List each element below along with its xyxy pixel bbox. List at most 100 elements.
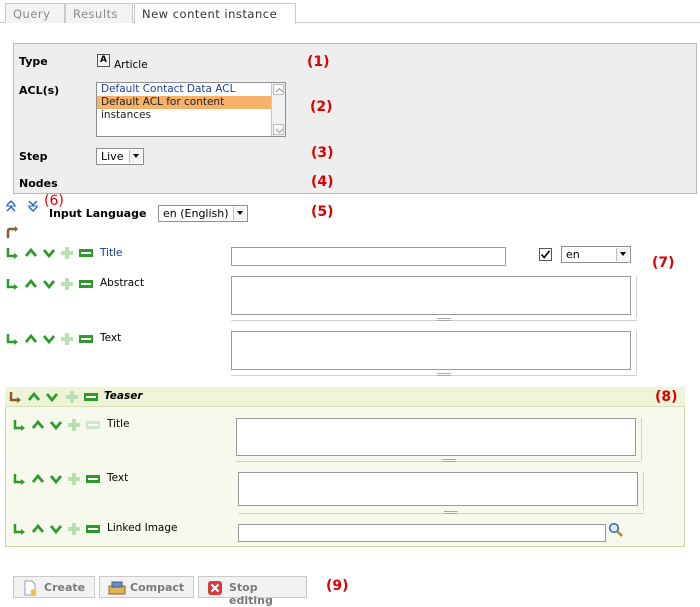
collapse-all-icon[interactable] <box>27 200 39 212</box>
teaser-title-resize-grip-icon[interactable] <box>442 459 456 462</box>
remove-icon[interactable] <box>85 418 101 432</box>
marker-5: (5) <box>311 204 334 220</box>
marker-7: (7) <box>652 255 675 271</box>
move-up-icon[interactable] <box>27 390 41 404</box>
abstract-field-label: Abstract <box>100 277 145 289</box>
tab-results[interactable]: Results <box>65 3 133 23</box>
tab-query[interactable]: Query <box>5 3 65 23</box>
article-type-icon: A <box>97 54 110 67</box>
insert-after-icon[interactable] <box>5 246 19 260</box>
teaser-title-resize-bar[interactable] <box>236 461 642 462</box>
step-select-value: Live <box>101 150 124 163</box>
root-arrow-icon[interactable] <box>5 226 19 240</box>
text-resize-grip-icon[interactable] <box>437 373 451 376</box>
remove-icon[interactable] <box>83 390 99 404</box>
title-language-value: en <box>566 248 580 261</box>
move-down-icon[interactable] <box>45 390 59 404</box>
scroll-up-icon[interactable] <box>273 84 284 95</box>
acl-option[interactable]: Default Contact Data ACL <box>97 83 272 96</box>
text-textarea[interactable] <box>231 331 631 370</box>
compact-button-label: Compact <box>130 581 185 594</box>
title-input[interactable] <box>231 247 506 266</box>
insert-after-icon[interactable] <box>12 522 26 536</box>
move-down-icon[interactable] <box>49 522 63 536</box>
teaser-title-resize-side[interactable] <box>641 418 643 460</box>
abstract-resize-grip-icon[interactable] <box>437 318 451 321</box>
add-icon[interactable] <box>67 522 81 536</box>
type-label: Type <box>19 55 48 68</box>
insert-after-icon[interactable] <box>12 418 26 432</box>
move-down-icon[interactable] <box>42 332 56 346</box>
remove-icon[interactable] <box>78 332 94 346</box>
abstract-textarea[interactable] <box>231 276 631 315</box>
acl-listbox[interactable]: Default Contact Data ACL Default ACL for… <box>96 82 286 137</box>
marker-3: (3) <box>311 145 334 161</box>
teaser-text-resize-grip-icon[interactable] <box>444 511 458 514</box>
tab-new-content-instance[interactable]: New content instance <box>134 3 296 24</box>
abstract-resize-side[interactable] <box>636 276 638 318</box>
marker-1: (1) <box>307 54 330 70</box>
text-field-label: Text <box>100 332 122 344</box>
acl-scrollbar[interactable] <box>271 83 285 136</box>
compact-button[interactable]: Compact <box>99 576 194 598</box>
stop-editing-button[interactable]: Stop editing <box>198 576 307 607</box>
move-down-icon[interactable] <box>49 418 63 432</box>
title-language-select[interactable]: en <box>561 246 631 263</box>
add-icon[interactable] <box>67 472 81 486</box>
insert-after-icon[interactable] <box>5 332 19 346</box>
create-button[interactable]: Create <box>13 576 95 598</box>
text-resize-bar[interactable] <box>231 375 637 376</box>
insert-after-icon[interactable] <box>5 277 19 291</box>
create-button-label: Create <box>44 581 86 594</box>
linked-image-input[interactable] <box>238 524 606 542</box>
move-down-icon[interactable] <box>42 277 56 291</box>
teaser-text-textarea[interactable] <box>238 472 638 506</box>
insert-after-icon[interactable] <box>8 390 22 404</box>
teaser-text-resize-side[interactable] <box>643 472 645 510</box>
input-language-label: Input Language <box>49 207 147 220</box>
step-select[interactable]: Live <box>96 148 144 165</box>
title-checkbox[interactable] <box>539 248 552 261</box>
add-icon[interactable] <box>60 246 74 260</box>
teaser-heading: Teaser <box>104 390 143 402</box>
move-up-icon[interactable] <box>31 522 45 536</box>
chevron-down-icon <box>233 207 246 220</box>
remove-icon[interactable] <box>78 246 94 260</box>
input-language-value: en (English) <box>163 207 229 220</box>
move-up-icon[interactable] <box>24 332 38 346</box>
add-icon[interactable] <box>65 390 79 404</box>
text-resize-side[interactable] <box>636 331 638 373</box>
move-up-icon[interactable] <box>31 418 45 432</box>
linked-image-label: Linked Image <box>107 522 178 534</box>
acl-label: ACL(s) <box>19 84 60 97</box>
insert-after-icon[interactable] <box>12 472 26 486</box>
move-up-icon[interactable] <box>31 472 45 486</box>
marker-9: (9) <box>326 578 349 594</box>
add-icon[interactable] <box>67 418 81 432</box>
move-down-icon[interactable] <box>49 472 63 486</box>
teaser-title-textarea[interactable] <box>236 418 636 456</box>
compact-icon <box>108 581 126 595</box>
abstract-resize-bar[interactable] <box>231 320 637 321</box>
title-row-controls <box>5 246 100 260</box>
acl-option-selected[interactable]: Default ACL for content instances <box>97 96 272 121</box>
stop-editing-label: Stop editing <box>229 581 273 607</box>
teaser-text-resize-bar[interactable] <box>238 513 644 514</box>
move-up-icon[interactable] <box>24 277 38 291</box>
input-language-select[interactable]: en (English) <box>158 205 248 222</box>
search-icon[interactable] <box>608 522 624 538</box>
remove-icon[interactable] <box>85 522 101 536</box>
move-down-icon[interactable] <box>42 246 56 260</box>
remove-icon[interactable] <box>85 472 101 486</box>
move-up-icon[interactable] <box>24 246 38 260</box>
nodes-label: Nodes <box>19 177 58 190</box>
add-icon[interactable] <box>60 277 74 291</box>
abstract-row-controls <box>5 277 100 291</box>
expand-all-icon[interactable] <box>5 200 17 212</box>
close-icon <box>208 581 222 595</box>
tab-new-label: New content instance <box>142 7 278 21</box>
add-icon[interactable] <box>60 332 74 346</box>
scroll-down-icon[interactable] <box>273 124 284 135</box>
remove-icon[interactable] <box>78 277 94 291</box>
teaser-title-controls <box>12 418 107 432</box>
